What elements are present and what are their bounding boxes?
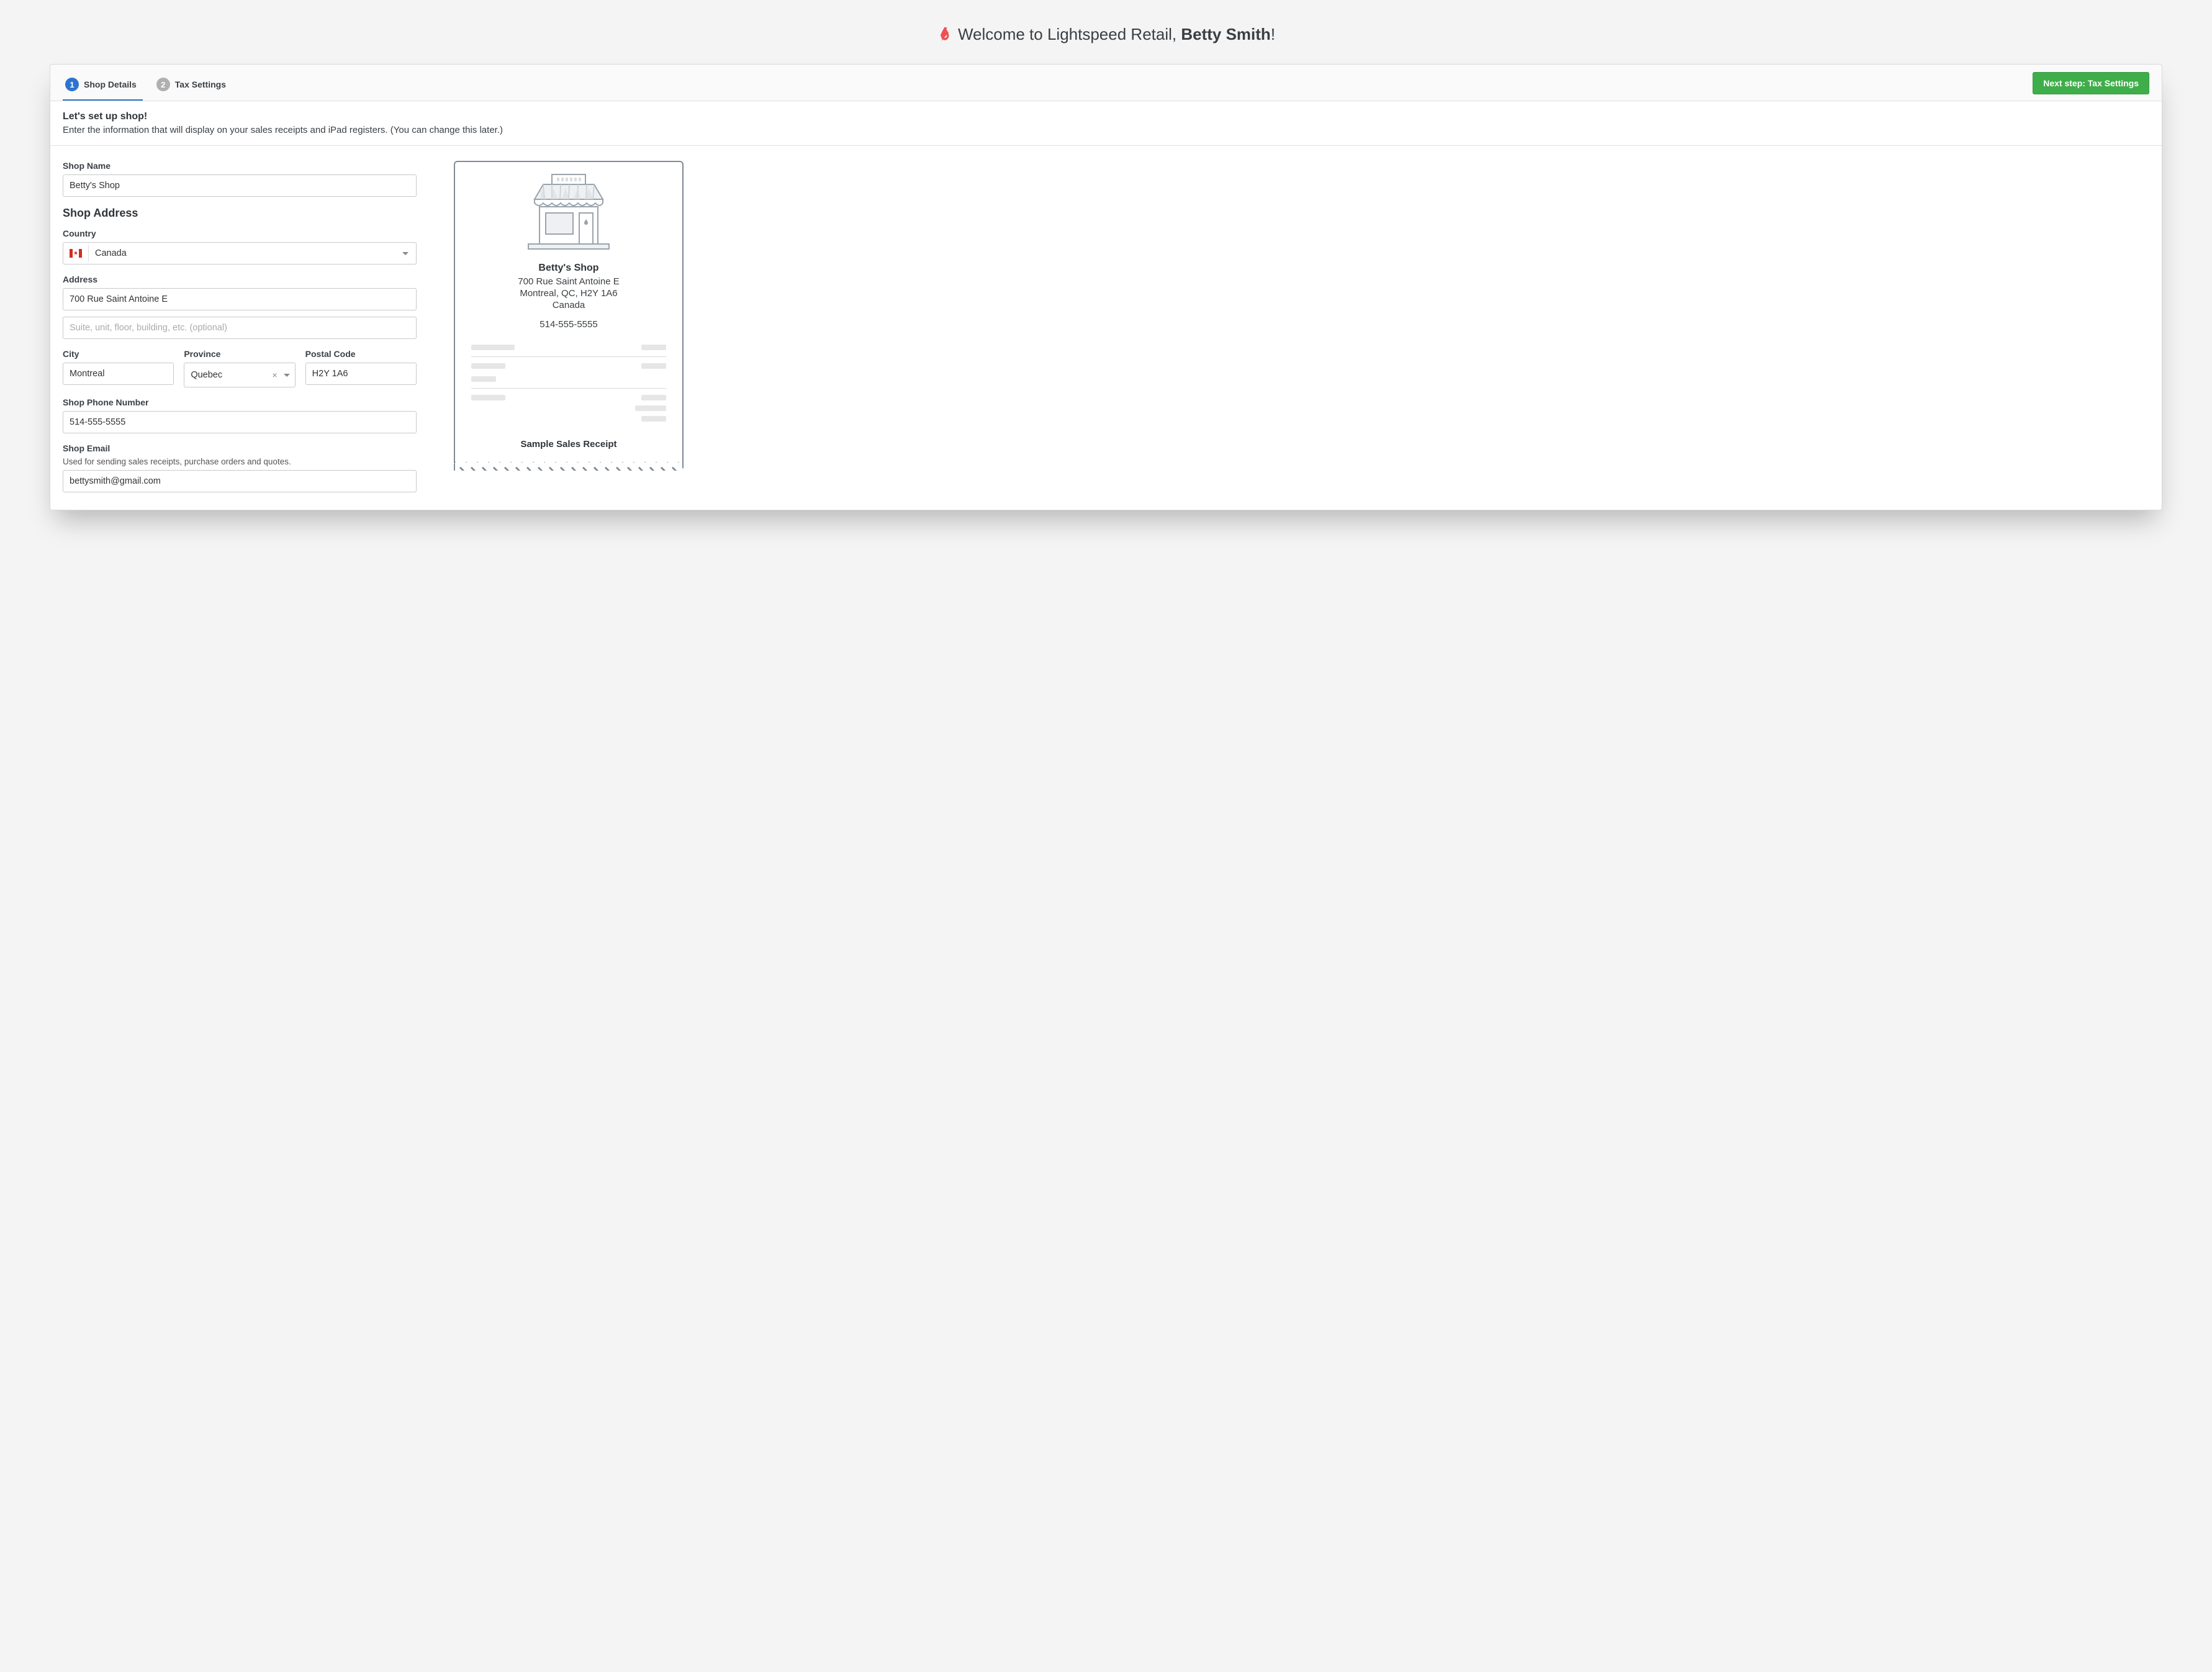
receipt-address-line3: Canada (471, 300, 666, 310)
welcome-prefix: Welcome to Lightspeed Retail, (958, 25, 1181, 43)
email-input[interactable] (63, 470, 417, 492)
intro-text: Enter the information that will display … (63, 125, 2149, 135)
phone-label: Shop Phone Number (63, 397, 417, 407)
province-value: Quebec (191, 370, 268, 380)
province-label: Province (184, 349, 295, 359)
intro-heading: Let's set up shop! (63, 111, 2149, 122)
phone-input[interactable] (63, 411, 417, 433)
step-number-1: 1 (65, 78, 79, 91)
country-value: Canada (89, 243, 402, 264)
intro-section: Let's set up shop! Enter the information… (50, 101, 2162, 146)
sample-receipt: Betty's Shop 700 Rue Saint Antoine E Mon… (454, 161, 684, 471)
welcome-username: Betty Smith (1181, 25, 1270, 43)
step-shop-details[interactable]: 1 Shop Details (63, 73, 143, 100)
email-sublabel: Used for sending sales receipts, purchas… (63, 457, 417, 466)
canada-flag-icon (63, 245, 89, 262)
address-line2-input[interactable] (63, 317, 417, 339)
receipt-address-line2: Montreal, QC, H2Y 1A6 (471, 288, 666, 299)
storefront-icon (522, 173, 615, 254)
country-select[interactable]: Canada (63, 242, 417, 264)
receipt-address-line1: 700 Rue Saint Antoine E (471, 276, 666, 287)
step-label-2: Tax Settings (175, 79, 226, 89)
shop-address-heading: Shop Address (63, 207, 417, 220)
receipt-sample-label: Sample Sales Receipt (471, 439, 666, 450)
postal-input[interactable] (305, 363, 417, 385)
address-label: Address (63, 274, 417, 284)
step-number-2: 2 (156, 78, 170, 91)
setup-card: 1 Shop Details 2 Tax Settings Next step:… (50, 64, 2162, 510)
city-label: City (63, 349, 174, 359)
address-line1-input[interactable] (63, 288, 417, 310)
receipt-phone: 514-555-5555 (471, 319, 666, 330)
receipt-shop-name: Betty's Shop (471, 263, 666, 274)
city-input[interactable] (63, 363, 174, 385)
chevron-down-icon (284, 374, 290, 377)
next-step-button[interactable]: Next step: Tax Settings (2033, 72, 2149, 94)
lightspeed-logo-icon (937, 26, 953, 47)
chevron-down-icon (402, 252, 409, 255)
welcome-heading: Welcome to Lightspeed Retail, Betty Smit… (50, 25, 2162, 47)
shop-name-input[interactable] (63, 174, 417, 197)
step-tax-settings[interactable]: 2 Tax Settings (154, 73, 232, 100)
clear-icon[interactable]: × (268, 370, 281, 380)
email-label: Shop Email (63, 443, 417, 453)
province-select[interactable]: Quebec × (184, 363, 295, 387)
shop-name-label: Shop Name (63, 161, 417, 171)
stepper-bar: 1 Shop Details 2 Tax Settings Next step:… (50, 65, 2162, 101)
postal-label: Postal Code (305, 349, 417, 359)
step-label-1: Shop Details (84, 79, 137, 89)
country-label: Country (63, 228, 417, 238)
welcome-suffix: ! (1271, 25, 1275, 43)
